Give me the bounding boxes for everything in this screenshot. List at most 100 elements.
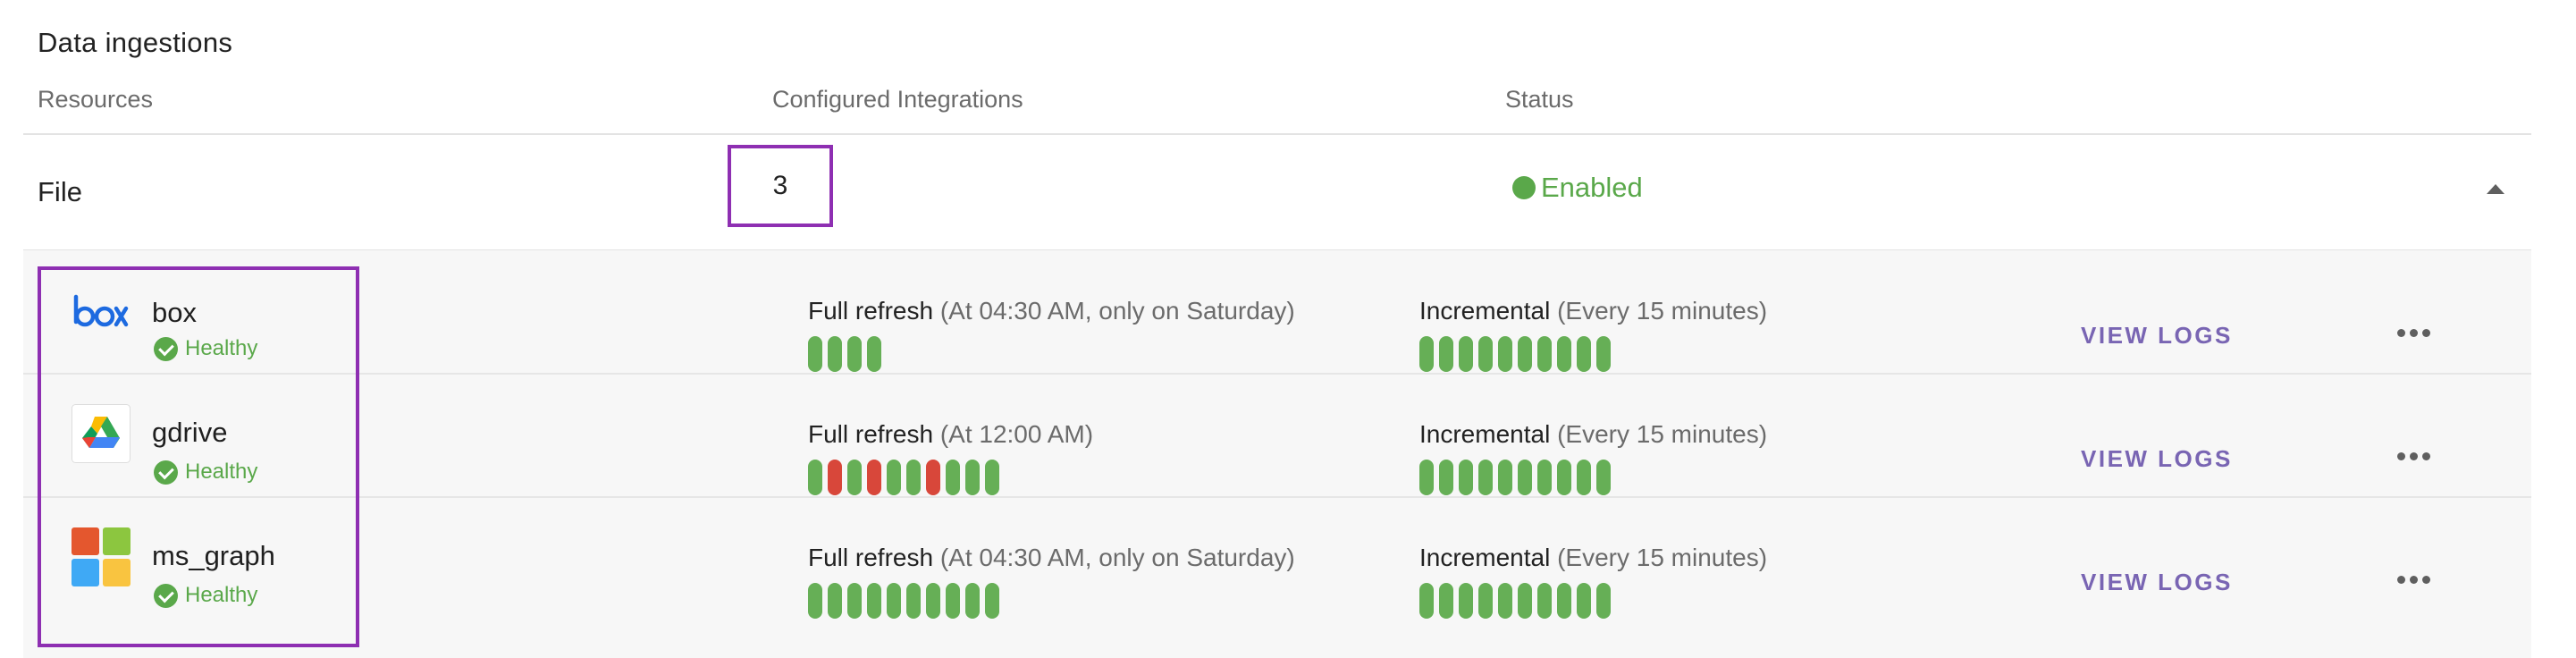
incremental-run-history: [1419, 583, 1611, 619]
full-refresh-time: (At 12:00 AM): [939, 420, 1094, 448]
integration-count: 3: [772, 171, 788, 200]
google-drive-logo-icon: [72, 404, 130, 463]
run-bar-success[interactable]: [1577, 460, 1591, 495]
run-bar-success[interactable]: [985, 583, 999, 619]
box-logo-icon: [72, 281, 130, 340]
run-bar-success[interactable]: [1596, 460, 1611, 495]
run-bar-success[interactable]: [965, 583, 980, 619]
run-bar-success[interactable]: [887, 460, 901, 495]
view-logs-button[interactable]: VIEW LOGS: [2081, 322, 2233, 350]
run-bar-failed[interactable]: [867, 460, 881, 495]
run-bar-success[interactable]: [1537, 460, 1552, 495]
incremental-label: Incremental: [1419, 420, 1551, 448]
run-bar-success[interactable]: [867, 583, 881, 619]
integrations-list: box Healthy Full refresh (At 04:30 AM, o…: [23, 250, 2531, 658]
run-bar-success[interactable]: [1419, 583, 1434, 619]
run-bar-success[interactable]: [1557, 460, 1571, 495]
run-bar-success[interactable]: [1459, 583, 1473, 619]
full-refresh-schedule: Full refresh (At 04:30 AM, only on Satur…: [808, 297, 1295, 325]
run-bar-success[interactable]: [808, 460, 822, 495]
check-circle-icon: [154, 460, 178, 485]
microsoft-logo-icon: [72, 527, 130, 586]
more-options-icon[interactable]: [2397, 452, 2437, 465]
run-bar-success[interactable]: [946, 583, 960, 619]
health-label: Healthy: [185, 336, 258, 360]
incremental-run-history: [1419, 336, 1611, 372]
run-bar-success[interactable]: [906, 583, 921, 619]
column-header-integrations: Configured Integrations: [772, 86, 1023, 113]
integration-name: ms_graph: [152, 540, 275, 571]
run-bar-success[interactable]: [1478, 460, 1493, 495]
run-bar-success[interactable]: [1478, 583, 1493, 619]
resource-row-file[interactable]: File 3 Enabled: [23, 136, 2531, 249]
run-bar-success[interactable]: [1439, 336, 1453, 372]
run-bar-success[interactable]: [1577, 336, 1591, 372]
run-bar-success[interactable]: [906, 460, 921, 495]
run-bar-success[interactable]: [1518, 336, 1532, 372]
incremental-schedule: Incremental (Every 15 minutes): [1419, 420, 1767, 449]
run-bar-success[interactable]: [1498, 336, 1512, 372]
full-refresh-label: Full refresh: [808, 420, 934, 448]
full-refresh-schedule: Full refresh (At 12:00 AM): [808, 420, 1093, 449]
run-bar-success[interactable]: [847, 583, 862, 619]
run-bar-success[interactable]: [1459, 336, 1473, 372]
run-bar-success[interactable]: [946, 460, 960, 495]
run-bar-success[interactable]: [1459, 460, 1473, 495]
integration-name: box: [152, 297, 197, 328]
run-bar-success[interactable]: [926, 583, 940, 619]
incremental-time: (Every 15 minutes): [1557, 420, 1768, 448]
run-bar-success[interactable]: [985, 460, 999, 495]
check-circle-icon: [154, 583, 178, 608]
integration-name: gdrive: [152, 417, 228, 448]
run-bar-success[interactable]: [1537, 583, 1552, 619]
run-bar-failed[interactable]: [926, 460, 940, 495]
run-bar-success[interactable]: [867, 336, 881, 372]
run-bar-success[interactable]: [808, 583, 822, 619]
check-circle-icon: [154, 336, 178, 361]
full-refresh-label: Full refresh: [808, 544, 934, 571]
run-bar-failed[interactable]: [828, 460, 842, 495]
run-bar-success[interactable]: [828, 336, 842, 372]
run-bar-success[interactable]: [1557, 336, 1571, 372]
run-bar-success[interactable]: [965, 460, 980, 495]
run-bar-success[interactable]: [1478, 336, 1493, 372]
run-bar-success[interactable]: [1537, 336, 1552, 372]
run-bar-success[interactable]: [1498, 460, 1512, 495]
section-title: Data ingestions: [38, 27, 233, 58]
run-bar-success[interactable]: [1557, 583, 1571, 619]
run-bar-success[interactable]: [808, 336, 822, 372]
run-bar-success[interactable]: [1596, 583, 1611, 619]
run-bar-success[interactable]: [1439, 460, 1453, 495]
run-bar-success[interactable]: [1419, 460, 1434, 495]
run-bar-success[interactable]: [1596, 336, 1611, 372]
health-status: Healthy: [154, 460, 257, 485]
run-bar-success[interactable]: [847, 336, 862, 372]
resource-name: File: [38, 176, 82, 207]
incremental-run-history: [1419, 460, 1611, 495]
run-bar-success[interactable]: [1419, 336, 1434, 372]
incremental-schedule: Incremental (Every 15 minutes): [1419, 544, 1767, 572]
health-status: Healthy: [154, 336, 257, 361]
full-refresh-label: Full refresh: [808, 297, 934, 325]
more-options-icon[interactable]: [2397, 329, 2437, 342]
column-header-status: Status: [1505, 86, 1574, 113]
health-label: Healthy: [185, 460, 258, 484]
data-ingestions-panel: Data ingestions Resources Configured Int…: [0, 0, 2576, 658]
run-bar-success[interactable]: [1577, 583, 1591, 619]
run-bar-success[interactable]: [1498, 583, 1512, 619]
run-bar-success[interactable]: [1439, 583, 1453, 619]
run-bar-success[interactable]: [828, 583, 842, 619]
view-logs-button[interactable]: VIEW LOGS: [2081, 569, 2233, 596]
collapse-caret-icon[interactable]: [2487, 184, 2504, 194]
run-bar-success[interactable]: [887, 583, 901, 619]
incremental-schedule: Incremental (Every 15 minutes): [1419, 297, 1767, 325]
run-bar-success[interactable]: [1518, 583, 1532, 619]
view-logs-button[interactable]: VIEW LOGS: [2081, 445, 2233, 473]
full-refresh-schedule: Full refresh (At 04:30 AM, only on Satur…: [808, 544, 1295, 572]
incremental-label: Incremental: [1419, 297, 1551, 325]
run-bar-success[interactable]: [847, 460, 862, 495]
health-label: Healthy: [185, 583, 258, 607]
more-options-icon[interactable]: [2397, 576, 2437, 588]
run-bar-success[interactable]: [1518, 460, 1532, 495]
integration-row-ms-graph: ms_graph Healthy Full refresh (At 04:30 …: [23, 497, 2531, 620]
